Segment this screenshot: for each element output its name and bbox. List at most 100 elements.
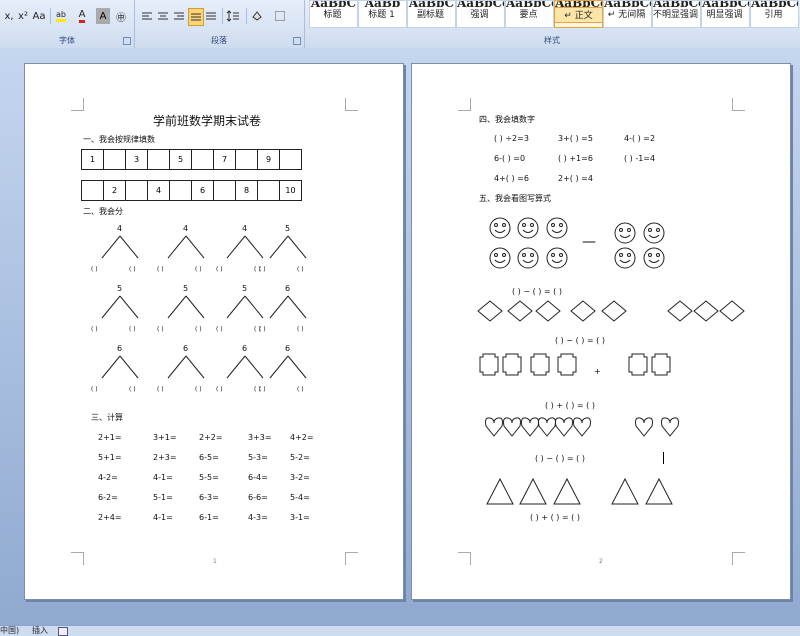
calc-item: 5-4=	[290, 493, 310, 502]
split-branch	[101, 235, 139, 259]
paragraph-dialog-launcher-icon[interactable]	[293, 37, 301, 45]
styles-group-label: 样式	[544, 36, 560, 45]
calc-item: 6-3=	[199, 493, 219, 502]
calc-item: 2+1=	[98, 433, 122, 442]
page-1[interactable]: 学前班数学期末试卷 一、我会按规律填数 13579 2 4 6 8 10 二、我会分 4…	[24, 63, 404, 600]
answer-paren: ( )	[195, 386, 202, 393]
split-number: 6	[285, 284, 291, 293]
split-number: 6	[285, 344, 291, 353]
smiley-icon	[614, 222, 636, 244]
answer-paren: ( )	[259, 326, 266, 333]
sequence-cell	[191, 149, 214, 170]
crop-mark	[732, 552, 745, 565]
sequence-table: 13579	[81, 149, 302, 170]
equation: ( ) − ( ) = ( )	[512, 287, 562, 296]
calc-item: 3-1=	[290, 513, 310, 522]
answer-paren: ( )	[91, 386, 98, 393]
sequence-cell: 6	[191, 180, 214, 201]
calc-item: 5-1=	[153, 493, 173, 502]
cross-shapes	[479, 353, 671, 376]
smiley-icon	[517, 247, 539, 269]
distribute-icon[interactable]	[204, 8, 218, 24]
sequence-cell: 3	[125, 149, 148, 170]
split-branch	[167, 355, 205, 379]
split-number: 6	[117, 344, 123, 353]
line-spacing-icon[interactable]	[222, 8, 243, 24]
split-number: 5	[117, 284, 123, 293]
page-number: 2	[599, 558, 603, 565]
style-name[interactable]: 引用	[750, 7, 797, 21]
calc-item: 4-1=	[153, 513, 173, 522]
page-2[interactable]: 四、我会填数字 ( ) ÷2=3 3+( ) =5 4-( ) =2 6-( ) =0…	[411, 63, 791, 600]
highlight-button[interactable]: ab	[50, 8, 71, 24]
equation: ( ) + ( ) = ( )	[545, 401, 595, 410]
calc-item: 6-1=	[199, 513, 219, 522]
font-group-label: 字体	[59, 36, 75, 45]
answer-paren: ( )	[216, 386, 223, 393]
borders-icon[interactable]	[270, 8, 290, 24]
minus-dash: —	[582, 234, 596, 250]
answer-paren: ( )	[195, 266, 202, 273]
crop-mark	[71, 98, 84, 111]
answer-paren: ( )	[157, 326, 164, 333]
smiley-icon	[546, 217, 568, 239]
answer-paren: ( )	[129, 386, 136, 393]
section-heading: 五、我会看图写算式	[479, 194, 551, 203]
answer-paren: ( )	[259, 266, 266, 273]
superscript-button[interactable]: x²	[16, 8, 30, 24]
calc-item: 6-4=	[248, 473, 268, 482]
font-color-button[interactable]: A	[72, 8, 92, 24]
style-name[interactable]: 标题	[309, 7, 356, 21]
plus-sign: +	[594, 367, 601, 376]
sequence-cell	[279, 149, 302, 170]
style-name[interactable]: 不明显强调	[652, 7, 699, 21]
font-dialog-launcher-icon[interactable]	[123, 37, 131, 45]
subscript-button[interactable]: x,	[2, 8, 16, 24]
style-name[interactable]: 明显强调	[701, 7, 748, 21]
paragraph-group-label: 段落	[211, 36, 227, 45]
section-heading: 一、我会按规律填数	[83, 135, 155, 144]
page-number: 1	[213, 558, 217, 565]
style-name[interactable]: 标题 1	[358, 7, 405, 21]
split-number: 4	[183, 224, 189, 233]
answer-paren: ( )	[91, 326, 98, 333]
crop-mark	[732, 98, 745, 111]
section-heading: 四、我会填数字	[479, 115, 535, 124]
heart-shapes	[485, 417, 679, 437]
fill-item: ( ) ÷2=3	[494, 134, 529, 143]
fill-item: ( ) -1=4	[624, 154, 656, 163]
smiley-icon	[489, 217, 511, 239]
split-branch	[101, 295, 139, 319]
change-case-button[interactable]: Aa	[30, 8, 48, 24]
sequence-cell	[103, 149, 126, 170]
style-name[interactable]: 副标题	[407, 7, 454, 21]
split-number: 5	[242, 284, 248, 293]
enclose-char-button[interactable]: ㊥	[114, 8, 128, 24]
ribbon: x, x² Aa ab A A ㊥ 字体 段落 AaBbC 标题 AaBb 标题…	[0, 0, 800, 49]
style-name[interactable]: 要点	[505, 7, 552, 21]
answer-paren: ( )	[157, 266, 164, 273]
style-name[interactable]: ↵ 正文	[554, 7, 603, 23]
align-center-icon[interactable]	[156, 8, 170, 24]
sequence-cell: 4	[147, 180, 170, 201]
style-name[interactable]: ↵ 无间隔	[603, 7, 650, 21]
crop-mark	[458, 552, 471, 565]
fill-item: 6-( ) =0	[494, 154, 526, 163]
align-left-icon[interactable]	[140, 8, 154, 24]
shading-icon[interactable]	[246, 8, 267, 24]
split-branch	[269, 295, 307, 319]
calc-item: 2+3=	[153, 453, 177, 462]
sequence-cell: 1	[81, 149, 104, 170]
answer-paren: ( )	[157, 386, 164, 393]
split-branch	[167, 235, 205, 259]
split-number: 4	[117, 224, 123, 233]
align-right-icon[interactable]	[172, 8, 186, 24]
justify-icon[interactable]	[188, 8, 204, 26]
answer-paren: ( )	[91, 266, 98, 273]
style-name[interactable]: 强调	[456, 7, 503, 21]
calc-item: 4-1=	[153, 473, 173, 482]
split-number: 5	[285, 224, 291, 233]
split-number: 5	[183, 284, 189, 293]
char-shading-button[interactable]: A	[96, 8, 110, 24]
sequence-cell: 9	[257, 149, 280, 170]
